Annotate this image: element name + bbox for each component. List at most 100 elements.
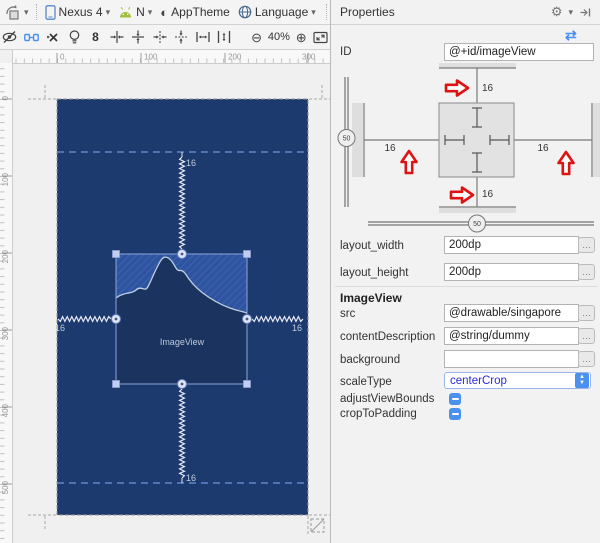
layout-width-more-button[interactable]: … [578,237,595,253]
ruler-label: 500 [1,480,10,494]
src-label: src [340,308,355,320]
src-more-button[interactable]: … [578,305,595,321]
resize-handle-se[interactable] [244,381,251,388]
adjust-view-bounds-label: adjustViewBounds [340,393,434,405]
horizontal-bias-slider[interactable]: 50 [368,215,594,232]
properties-panel: Properties ⚙ ▾ ⇄ ID [330,0,600,543]
hide-panel-icon[interactable] [579,6,592,19]
margin-top-label: 16 [186,158,196,168]
align-vertical-center-icon [131,30,145,44]
widget-margin-right[interactable]: 16 [537,143,549,154]
constraint-anchor-top[interactable] [178,250,187,259]
resize-handle-ne[interactable] [244,251,251,258]
expand-horizontal-icon [196,30,210,44]
lightbulb-icon [68,30,81,45]
zoom-level: 40% [266,31,292,43]
constraint-toolbar: 8 [0,25,330,50]
language-selector[interactable]: Language ▾ [234,1,320,23]
android-icon [118,6,133,19]
imageview-widget[interactable] [116,254,247,384]
ruler-label: 400 [1,403,10,417]
section-divider [335,286,597,287]
layout-width-input[interactable] [444,236,579,254]
pack-horizontal-button[interactable] [150,26,170,48]
ruler-label: 100 [1,172,10,186]
section-header: ImageView [340,291,402,305]
content-description-label: contentDescription [340,331,435,343]
vertical-ruler: 0 100 200 300 400 500 [0,50,13,543]
annotation-arrow-left [402,151,417,173]
zoom-in-icon: ⊕ [296,31,307,44]
background-input[interactable] [444,350,579,368]
theme-selector[interactable]: ◐ AppTheme [156,1,234,23]
toolbar-separator [326,4,328,20]
resize-handle-nw[interactable] [113,251,120,258]
crop-to-padding-label: cropToPadding [340,408,417,420]
layout-height-input[interactable] [444,263,579,281]
id-label: ID [340,46,352,58]
ruler-label: 200 [1,249,10,263]
layout-height-label: layout_height [340,267,408,279]
gear-icon[interactable]: ⚙ [551,4,563,20]
constraint-anchor-left[interactable] [112,315,121,324]
background-label: background [340,354,400,366]
ellipsis-icon: … [582,268,591,277]
align-horizontal-center-button[interactable] [107,26,127,48]
chevron-down-icon: ▾ [311,8,316,17]
content-description-input[interactable] [444,327,579,345]
zoom-in-button[interactable]: ⊕ [294,26,309,48]
default-margin-value: 8 [92,30,99,44]
crop-to-padding-checkbox[interactable] [449,408,461,420]
ellipsis-icon: … [582,332,591,341]
resize-handle-sw[interactable] [113,381,120,388]
api-version-selector[interactable]: N ▾ [114,1,156,23]
expand-vertical-button[interactable] [214,26,234,48]
margin-bottom-label: 16 [186,473,196,483]
id-input[interactable] [444,43,594,61]
ruler-label: 0 [60,53,65,62]
pack-horizontal-icon [153,30,167,44]
chevron-down-icon: ▾ [24,8,29,17]
constraint-anchor-right[interactable] [243,315,252,324]
combo-stepper-icon: ▲▼ [575,373,589,388]
zoom-out-button[interactable]: ⊖ [249,26,264,48]
widget-margin-bottom[interactable]: 16 [482,189,494,200]
ruler-label: 300 [1,326,10,340]
widget-margin-top[interactable]: 16 [482,83,494,94]
theme-icon: ◐ [160,6,168,19]
pack-vertical-button[interactable] [171,26,191,48]
zoom-to-fit-button[interactable] [311,26,331,48]
clear-constraints-button[interactable] [43,26,63,48]
canvas-resize-handle[interactable] [311,519,324,532]
align-vertical-center-button[interactable] [128,26,148,48]
swap-panel-icon[interactable]: ⇄ [565,27,577,44]
content-description-more-button[interactable]: … [578,328,595,344]
infer-constraints-button[interactable] [65,26,85,48]
autoconnect-button[interactable] [22,26,42,48]
chevron-down-icon: ▾ [148,8,153,17]
background-more-button[interactable]: … [578,351,595,367]
layout-height-more-button[interactable]: … [578,264,595,280]
globe-icon [238,5,252,19]
orientation-button[interactable]: ▾ [0,1,33,23]
hide-constraints-button[interactable] [0,26,20,48]
ellipsis-icon: … [582,241,591,250]
device-selector-label: Nexus 4 [59,5,103,19]
chevron-down-icon: ▾ [106,8,111,17]
widget-margin-left[interactable]: 16 [384,143,396,154]
expand-horizontal-button[interactable] [193,26,213,48]
vertical-bias-slider[interactable]: 50 [338,77,355,207]
adjust-view-bounds-checkbox[interactable] [449,393,461,405]
constraint-anchor-bottom[interactable] [178,380,187,389]
design-canvas[interactable]: 0 100 200 300 0 100 200 300 400 500 [0,50,330,543]
src-input[interactable] [444,304,579,322]
ruler-label: 100 [144,53,158,62]
default-margin-button[interactable]: 8 [86,26,105,48]
scale-type-select[interactable]: centerCrop ▲▼ [444,372,591,389]
constraint-inspector: 16 16 16 16 50 50 [331,63,600,235]
pack-vertical-icon [174,30,188,44]
ruler-label: 300 [302,53,316,62]
eye-off-icon [2,30,17,44]
annotation-arrow-bottom [451,188,473,203]
device-selector[interactable]: Nexus 4 ▾ [41,1,115,23]
